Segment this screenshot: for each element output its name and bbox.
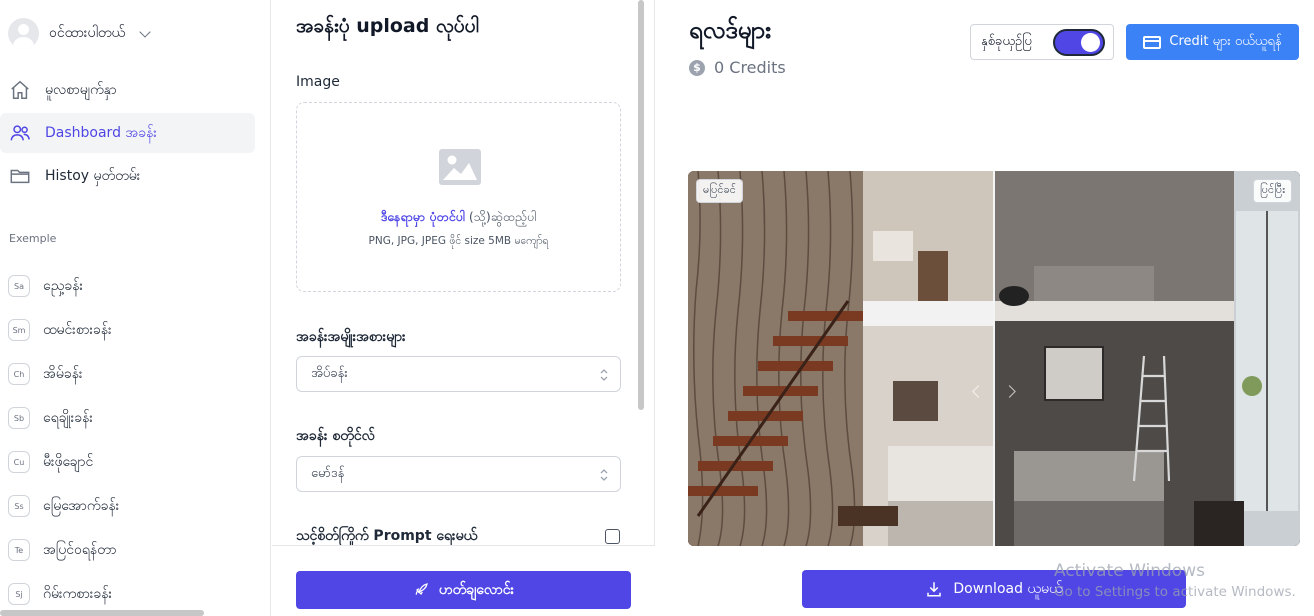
room-type-select[interactable]: အိပ်ခန်း (296, 356, 621, 392)
before-tag: မပြင်ခင် (696, 179, 743, 203)
image-icon (439, 149, 481, 185)
sidebar-item-example[interactable]: Ss မြေအောက်ခန်း (8, 484, 258, 528)
chevron-down-icon (139, 25, 151, 38)
room-style-select[interactable]: မော်ဒန် (296, 456, 621, 492)
custom-prompt-checkbox[interactable] (605, 529, 620, 544)
credits-text: 0 Credits (714, 58, 786, 77)
custom-prompt-label: သင့်စိတ်ကြိုက် Prompt ရေးမယ် (296, 528, 478, 544)
before-after-compare[interactable]: မပြင်ခင် ပြင်ပြီး (688, 171, 1300, 546)
example-label: အပြင်ဝရန်တာ (43, 541, 117, 558)
example-label: အိမ်ခန်း (43, 365, 83, 382)
example-badge: Sj (8, 583, 30, 605)
sidebar: ဝင်ထားပါတယ် မူလစာမျက်နှာ Dashboard အခန်း (0, 0, 271, 616)
results-panel: ရလဒ်များ $ 0 Credits နှစ်ခုယှဉ်ပြ Credit… (656, 0, 1314, 616)
example-label: မြေအောက်ခန်း (43, 497, 120, 514)
after-tag: ပြင်ပြီး (1252, 179, 1292, 203)
user-name: ဝင်ထားပါတယ် (49, 25, 126, 41)
image-dropzone[interactable]: ဒီနေရာမှာ ပုံတင်ပါ (သို့)ဆွဲထည့်ပါ PNG, … (296, 102, 621, 292)
generate-button-label: ဟတ်ချလောင်း (438, 581, 515, 598)
buy-credits-button[interactable]: Credit များ ဝယ်ယူရန် (1126, 24, 1299, 60)
app-root: ဝင်ထားပါတယ် မူလစာမျက်နှာ Dashboard အခန်း (0, 0, 1314, 616)
room-type-value: အိပ်ခန်း (311, 365, 348, 381)
example-badge: Cu (8, 451, 30, 473)
sidebar-item-label: မူလစာမျက်နှာ (45, 81, 117, 98)
sidebar-nav: မူလစာမျက်နှာ Dashboard အခန်း Histoy မှတ်… (0, 70, 255, 199)
example-label: ထမင်းစားခန်း (43, 321, 112, 338)
download-icon (927, 582, 942, 597)
compare-divider[interactable] (993, 171, 995, 546)
before-image (688, 171, 994, 546)
results-title: ရလဒ်များ (689, 16, 772, 44)
user-menu[interactable]: ဝင်ထားပါတယ် (8, 18, 151, 49)
select-arrows-icon (600, 369, 608, 381)
rocket-icon (415, 583, 428, 596)
generate-button[interactable]: ဟတ်ချလောင်း (296, 571, 631, 609)
image-label: Image (296, 74, 340, 90)
sidebar-item-example[interactable]: Ch အိမ်ခန်း (8, 352, 258, 396)
dropzone-hint: PNG, JPG, JPEG ဖိုင် size 5MB မကျော်ရ (368, 235, 549, 247)
download-label: Download ယူမယ် (953, 580, 1063, 597)
buy-credits-label: Credit များ ဝယ်ယူရန် (1169, 33, 1282, 49)
room-type-label: အခန်းအမျိုးအစားများ (296, 329, 406, 345)
compare-toggle-label: နှစ်ခုယှဉ်ပြ (981, 33, 1032, 49)
room-style-label: အခန်း စတိုင်လ် (296, 428, 375, 444)
example-label: မီးဖိုချောင် (43, 453, 94, 470)
room-style-value: မော်ဒန် (311, 465, 345, 481)
sidebar-item-example[interactable]: Te အပြင်ဝရန်တာ (8, 528, 258, 572)
avatar (8, 18, 39, 49)
example-badge: Ss (8, 495, 30, 517)
example-list: Sa ညှေ့ခန်း Sm ထမင်းစားခန်း Ch အိမ်ခန်း … (8, 264, 258, 616)
sidebar-item-home[interactable]: မူလစာမျက်နှာ (0, 70, 255, 110)
after-image (994, 171, 1300, 546)
activation-watermark-text: Go to Settings to activate Windows. (1054, 584, 1296, 600)
upload-title: အခန်းပုံ upload လုပ်ပါ (296, 15, 479, 37)
sidebar-item-example[interactable]: Cu မီးဖိုချောင် (8, 440, 258, 484)
sidebar-item-label: Histoy မှတ်တမ်း (45, 167, 141, 184)
example-badge: Sa (8, 275, 30, 297)
example-label: ရေချိုးခန်း (43, 409, 93, 426)
upload-link[interactable]: ဒီနေရာမှာ ပုံတင်ပါ (381, 209, 465, 224)
sidebar-item-example[interactable]: Sa ညှေ့ခန်း (8, 264, 258, 308)
example-badge: Sm (8, 319, 30, 341)
sidebar-item-example[interactable]: Sb ရေချိုးခန်း (8, 396, 258, 440)
upload-footer: ဟတ်ချလောင်း (272, 545, 655, 616)
activation-watermark-title: Activate Windows (1054, 561, 1205, 581)
example-badge: Ch (8, 363, 30, 385)
dropzone-text-rest: (သို့)ဆွဲထည့်ပါ (464, 209, 537, 224)
credit-card-icon (1143, 35, 1162, 49)
sidebar-item-example[interactable]: Sm ထမင်းစားခန်း (8, 308, 258, 352)
compare-toggle-group: နှစ်ခုယှဉ်ပြ (970, 24, 1114, 60)
sidebar-item-dashboard[interactable]: Dashboard အခန်း (0, 113, 255, 153)
toggle-knob (1081, 33, 1100, 52)
coin-icon: $ (689, 59, 705, 76)
dropzone-text: ဒီနေရာမှာ ပုံတင်ပါ (သို့)ဆွဲထည့်ပါ (297, 209, 620, 228)
panel-scrollbar[interactable] (638, 0, 644, 410)
example-label: ဂိမ်းကစားခန်း (43, 585, 113, 602)
sidebar-item-label: Dashboard အခန်း (45, 124, 157, 141)
upload-panel: အခန်းပုံ upload လုပ်ပါ Image ဒီနေရာမှာ ပ… (272, 0, 655, 616)
users-icon (9, 122, 31, 144)
compare-toggle[interactable] (1053, 29, 1105, 56)
home-icon (9, 79, 31, 101)
sidebar-scrollbar[interactable] (0, 610, 204, 616)
select-arrows-icon (600, 469, 608, 481)
folder-icon (9, 165, 31, 187)
credits-display: $ 0 Credits (689, 58, 786, 77)
example-label: ညှေ့ခန်း (43, 277, 84, 294)
example-badge: Te (8, 539, 30, 561)
sidebar-item-history[interactable]: Histoy မှတ်တမ်း (0, 156, 255, 196)
section-label-examples: Exemple (9, 232, 57, 245)
example-badge: Sb (8, 407, 30, 429)
